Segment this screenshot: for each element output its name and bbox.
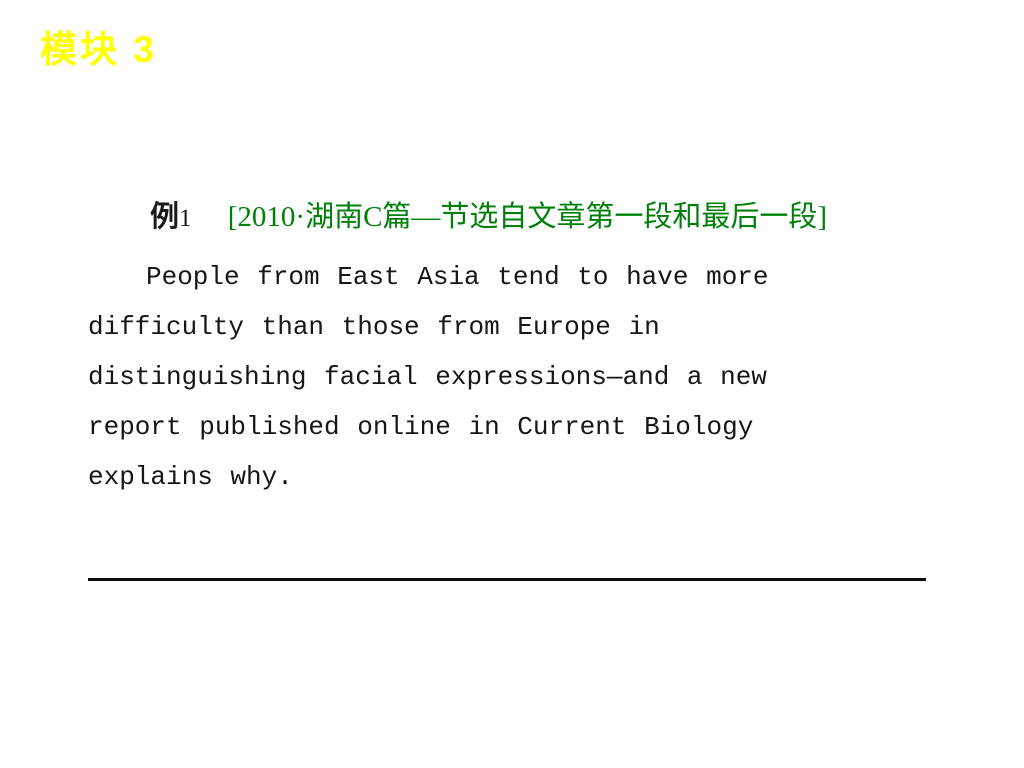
example-heading: 例1 [2010·湖南C篇—节选自文章第一段和最后一段] (88, 196, 930, 240)
horizontal-divider (88, 578, 926, 581)
slide-canvas: 模块 3 例1 [2010·湖南C篇—节选自文章第一段和最后一段] People… (0, 0, 1024, 768)
example-label: 例1 (150, 201, 192, 233)
passage-text: People from East Asia tend to have more … (88, 262, 769, 492)
page-title: 模块 3 (40, 29, 157, 70)
heading-spacer (199, 201, 221, 233)
example-label-text: 例 (150, 201, 180, 233)
example-ordinal: 1 (179, 205, 192, 232)
content-block: 例1 [2010·湖南C篇—节选自文章第一段和最后一段] People from… (88, 196, 930, 502)
example-source-tag: [2010·湖南C篇—节选自文章第一段和最后一段] (227, 201, 828, 233)
